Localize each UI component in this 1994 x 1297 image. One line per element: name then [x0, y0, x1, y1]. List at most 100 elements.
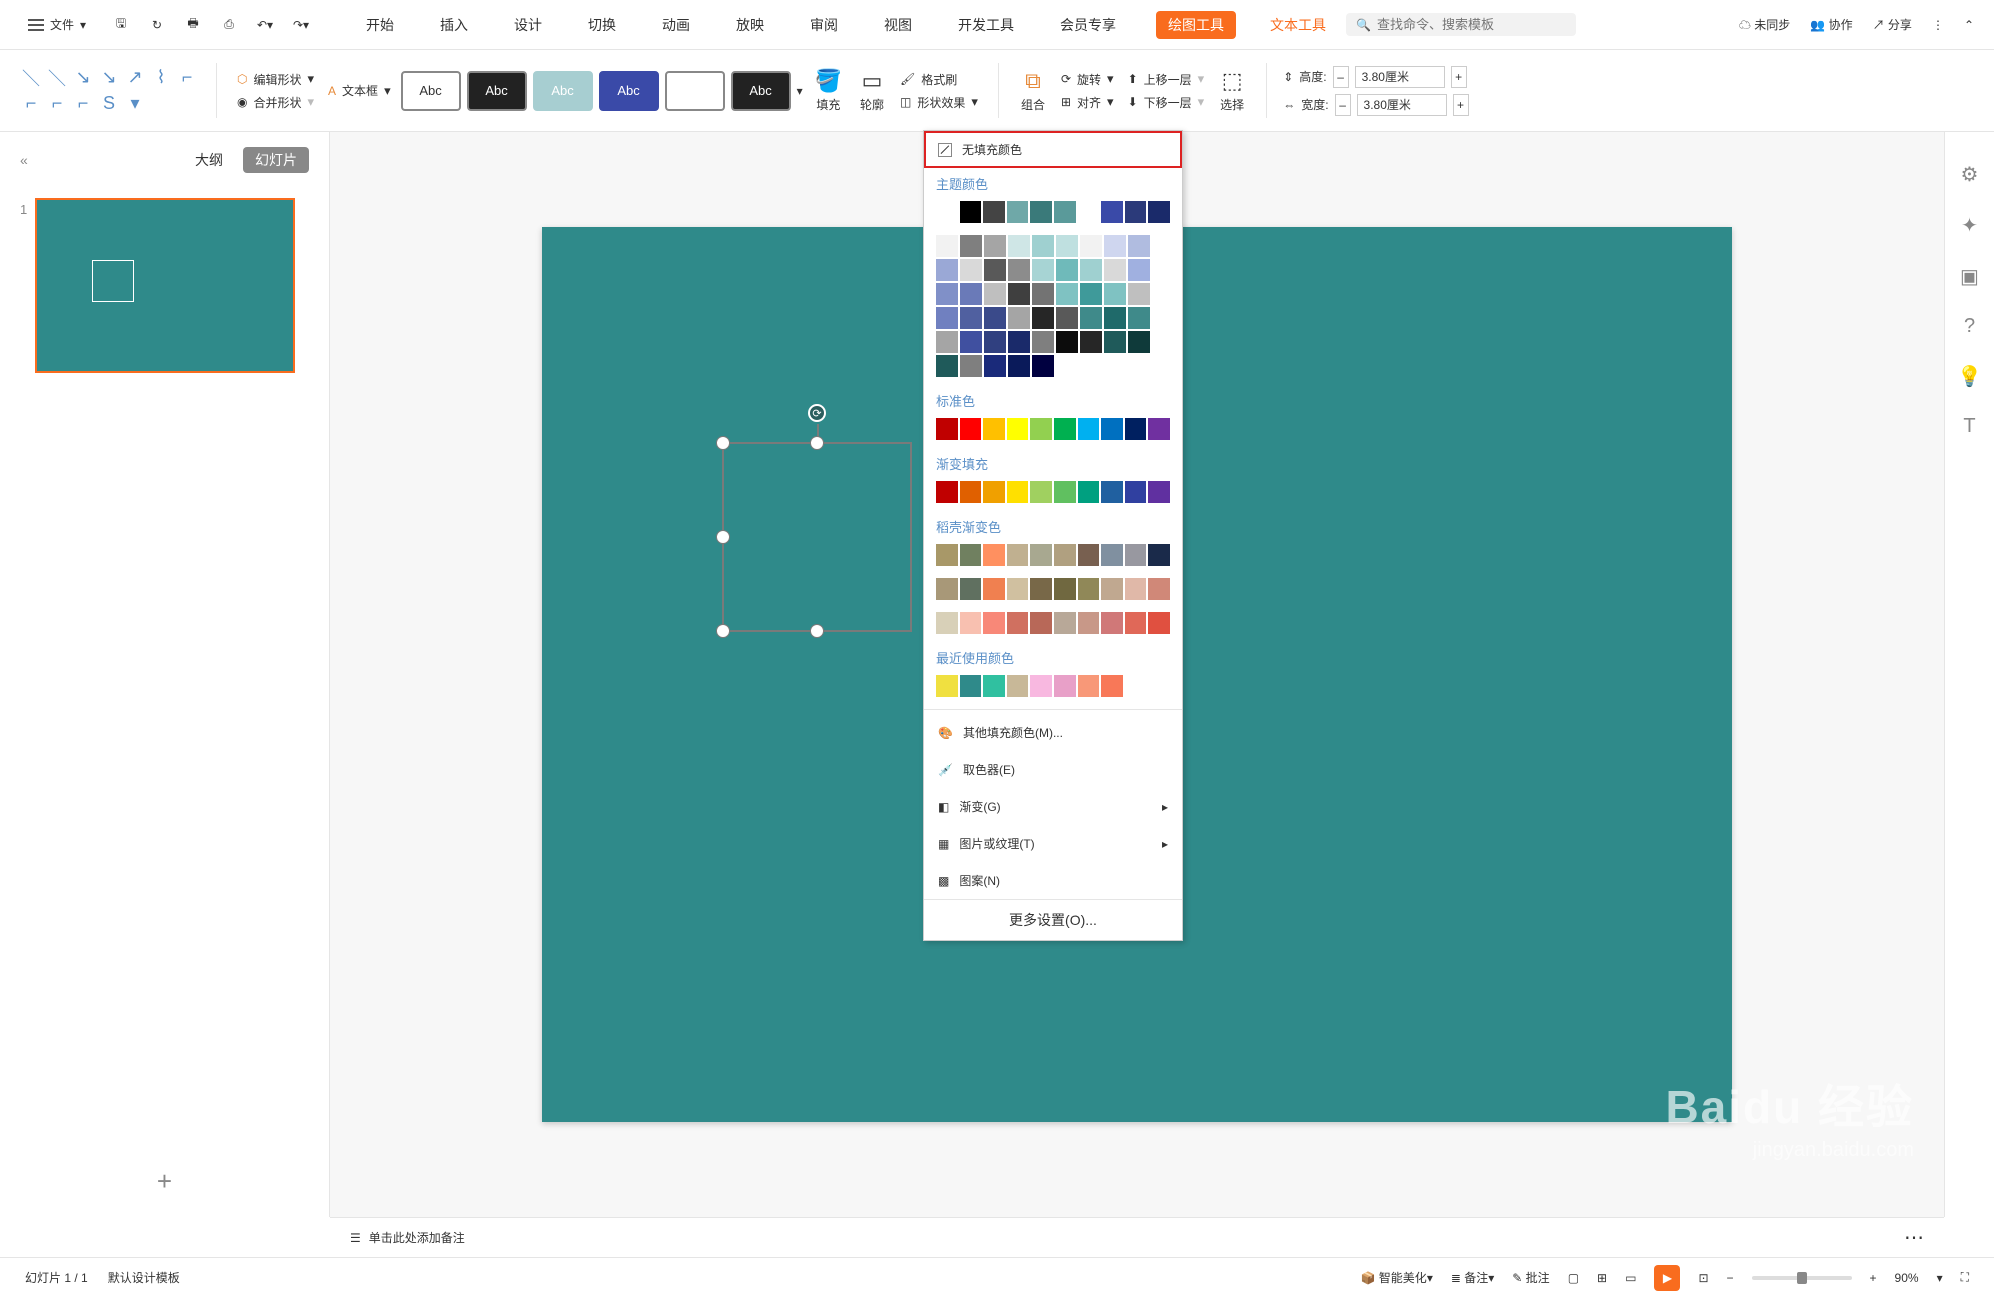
pattern-item[interactable]: ▩图案(N) [924, 862, 1182, 899]
bulb-icon[interactable]: 💡 [1957, 364, 1982, 389]
tab-start[interactable]: 开始 [360, 11, 400, 39]
shape-conn4[interactable]: ⌐ [72, 93, 94, 115]
color-swatch[interactable] [1056, 307, 1078, 329]
send-backward-button[interactable]: ⬇下移一层▾ [1124, 94, 1209, 111]
eyedropper-item[interactable]: 💉取色器(E) [924, 751, 1182, 788]
style-1[interactable]: Abc [401, 71, 461, 111]
help-icon[interactable]: ? [1964, 315, 1975, 338]
color-swatch[interactable] [1148, 201, 1170, 223]
color-swatch[interactable] [1078, 481, 1100, 503]
height-input[interactable] [1355, 66, 1445, 88]
color-swatch[interactable] [936, 259, 958, 281]
beautify-button[interactable]: 📦 智能美化▾ [1361, 1269, 1433, 1286]
group-button[interactable]: ⧉组合 [1015, 64, 1051, 117]
color-swatch[interactable] [1125, 418, 1147, 440]
textbox-button[interactable]: A文本框▾ [324, 82, 395, 99]
tab-member[interactable]: 会员专享 [1054, 11, 1122, 39]
color-swatch[interactable] [1054, 201, 1076, 223]
style-5[interactable]: Abc [665, 71, 725, 111]
color-swatch[interactable] [1128, 259, 1150, 281]
zoom-fit-icon[interactable]: ⊡ [1698, 1271, 1708, 1285]
color-swatch[interactable] [1101, 544, 1123, 566]
color-swatch[interactable] [936, 307, 958, 329]
picture-texture-item[interactable]: ▦图片或纹理(T)▸ [924, 825, 1182, 862]
color-swatch[interactable] [936, 481, 958, 503]
color-swatch[interactable] [960, 355, 982, 377]
shape-line[interactable]: ＼ [20, 67, 42, 89]
color-swatch[interactable] [1080, 307, 1102, 329]
settings-icon[interactable]: ⚙ [1961, 162, 1979, 187]
shape-palette[interactable]: ＼＼↘↘↗⌇ ⌐⌐⌐⌐S▾ [20, 67, 200, 115]
screen-icon[interactable]: ▣ [1960, 264, 1979, 289]
color-swatch[interactable] [1078, 612, 1100, 634]
color-swatch[interactable] [1101, 418, 1123, 440]
share-button[interactable]: ↗ 分享 [1873, 16, 1912, 33]
select-button[interactable]: ⬚选择 [1214, 64, 1250, 117]
color-swatch[interactable] [1128, 283, 1150, 305]
color-swatch[interactable] [1030, 544, 1052, 566]
shape-curve[interactable]: S [98, 93, 120, 115]
zoom-dropdown-icon[interactable]: ▾ [1937, 1271, 1943, 1285]
sync-status[interactable]: ☁ 未同步 [1739, 16, 1790, 33]
height-minus[interactable]: – [1333, 66, 1349, 88]
shape-line4[interactable]: ↘ [98, 67, 120, 89]
color-swatch[interactable] [983, 675, 1005, 697]
shape-zig[interactable]: ⌇ [150, 67, 172, 89]
height-plus[interactable]: + [1451, 66, 1467, 88]
collab-button[interactable]: 👥 协作 [1810, 16, 1852, 33]
color-swatch[interactable] [1128, 307, 1150, 329]
color-swatch[interactable] [1030, 481, 1052, 503]
color-swatch[interactable] [1054, 544, 1076, 566]
color-swatch[interactable] [1054, 612, 1076, 634]
color-swatch[interactable] [1080, 283, 1102, 305]
color-swatch[interactable] [1080, 259, 1102, 281]
color-swatch[interactable] [1007, 578, 1029, 600]
color-swatch[interactable] [1104, 331, 1126, 353]
color-swatch[interactable] [960, 331, 982, 353]
play-button[interactable]: ▶ [1654, 1265, 1680, 1291]
color-swatch[interactable] [960, 283, 982, 305]
selected-shape[interactable]: ⟳ [722, 442, 912, 632]
color-swatch[interactable] [983, 612, 1005, 634]
other-fill-item[interactable]: 🎨其他填充颜色(M)... [924, 714, 1182, 751]
color-swatch[interactable] [1056, 259, 1078, 281]
color-swatch[interactable] [936, 355, 958, 377]
bring-forward-button[interactable]: ⬆上移一层▾ [1124, 71, 1209, 88]
shape-more[interactable]: ▾ [124, 93, 146, 115]
color-swatch[interactable] [984, 307, 1006, 329]
color-swatch[interactable] [1125, 481, 1147, 503]
tab-design[interactable]: 设计 [508, 11, 548, 39]
zoom-slider[interactable] [1752, 1276, 1852, 1280]
more-settings-item[interactable]: 更多设置(O)... [924, 899, 1182, 940]
color-swatch[interactable] [1030, 578, 1052, 600]
color-swatch[interactable] [936, 201, 958, 223]
tab-transition[interactable]: 切换 [582, 11, 622, 39]
style-more-icon[interactable]: ▾ [797, 84, 803, 98]
outline-tab[interactable]: 大纲 [185, 147, 233, 173]
handle-t[interactable] [810, 436, 824, 450]
fullscreen-icon[interactable]: ⛶ [1961, 1270, 1969, 1285]
notes-more-icon[interactable]: ⋯ [1904, 1225, 1924, 1250]
rotate-handle[interactable]: ⟳ [808, 404, 826, 422]
color-swatch[interactable] [960, 481, 982, 503]
notes-bar[interactable]: ☰ 单击此处添加备注 ⋯ [330, 1217, 1944, 1257]
more-icon[interactable]: ⋮ [1932, 18, 1944, 32]
color-swatch[interactable] [1078, 675, 1100, 697]
color-swatch[interactable] [960, 418, 982, 440]
color-swatch[interactable] [936, 675, 958, 697]
edit-shape-button[interactable]: ⬡编辑形状▾ [233, 71, 318, 88]
tab-insert[interactable]: 插入 [434, 11, 474, 39]
color-swatch[interactable] [1054, 418, 1076, 440]
color-swatch[interactable] [1030, 201, 1052, 223]
color-swatch[interactable] [983, 544, 1005, 566]
slide-thumbnail[interactable] [35, 198, 295, 373]
shape-conn2[interactable]: ⌐ [20, 93, 42, 115]
color-swatch[interactable] [936, 612, 958, 634]
style-6[interactable]: Abc [731, 71, 791, 111]
color-swatch[interactable] [960, 675, 982, 697]
handle-bl[interactable] [716, 624, 730, 638]
view-reading-icon[interactable]: ▭ [1625, 1271, 1636, 1285]
color-swatch[interactable] [960, 259, 982, 281]
color-swatch[interactable] [983, 201, 1005, 223]
color-swatch[interactable] [1008, 307, 1030, 329]
